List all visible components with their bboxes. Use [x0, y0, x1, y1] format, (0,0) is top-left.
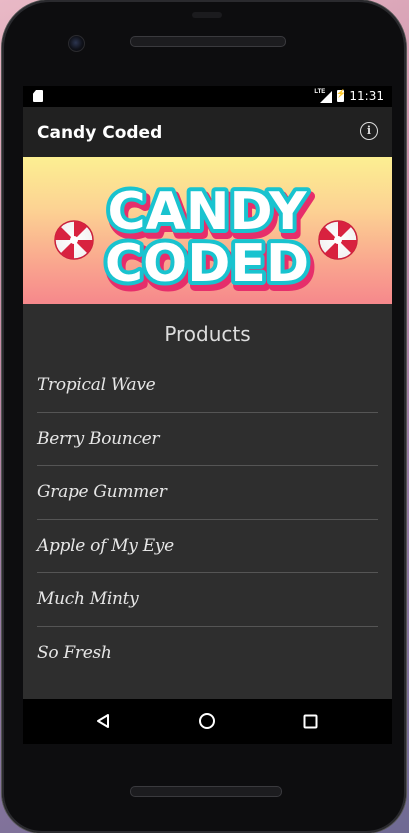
network-label: LTE [314, 88, 326, 95]
products-heading: Products [164, 322, 251, 346]
front-camera [68, 35, 85, 52]
status-time: 11:31 [349, 89, 384, 103]
product-item[interactable]: So Fresh [37, 627, 378, 681]
logo-line1: CANDY [108, 182, 308, 242]
logo-line2: CODED [105, 234, 309, 294]
battery-charging-icon [336, 89, 346, 102]
candy-coded-banner: CANDY CANDY CODED CODED [23, 157, 392, 304]
bottom-speaker [130, 786, 282, 797]
lte-signal-icon: LTE [314, 88, 333, 103]
peppermint-candy-right-icon [318, 220, 358, 260]
info-icon[interactable]: i [360, 122, 378, 140]
top-speaker [130, 36, 286, 47]
products-section: Products Tropical Wave Berry Bouncer Gra… [23, 304, 392, 699]
product-item[interactable]: Apple of My Eye [37, 520, 378, 573]
product-list: Tropical Wave Berry Bouncer Grape Gummer… [37, 359, 378, 680]
phone-top-notch [192, 12, 222, 18]
product-item[interactable]: Berry Bouncer [37, 413, 378, 466]
back-icon[interactable] [91, 709, 115, 733]
screen: LTE 11:31 Candy Coded i [23, 86, 392, 744]
banner-logo: CANDY CANDY CODED CODED [54, 178, 358, 304]
sd-card-icon [33, 90, 43, 102]
phone-frame: LTE 11:31 Candy Coded i [2, 0, 406, 833]
app-bar: Candy Coded i [23, 107, 392, 157]
recents-icon[interactable] [298, 709, 322, 733]
peppermint-candy-left-icon [54, 220, 94, 260]
app-title: Candy Coded [37, 123, 163, 143]
navigation-bar [23, 699, 392, 744]
product-item[interactable]: Tropical Wave [37, 359, 378, 413]
product-item[interactable]: Grape Gummer [37, 466, 378, 520]
product-item[interactable]: Much Minty [37, 573, 378, 627]
status-icons: LTE 11:31 [314, 88, 384, 104]
home-icon[interactable] [195, 709, 219, 733]
status-bar: LTE 11:31 [23, 86, 392, 107]
